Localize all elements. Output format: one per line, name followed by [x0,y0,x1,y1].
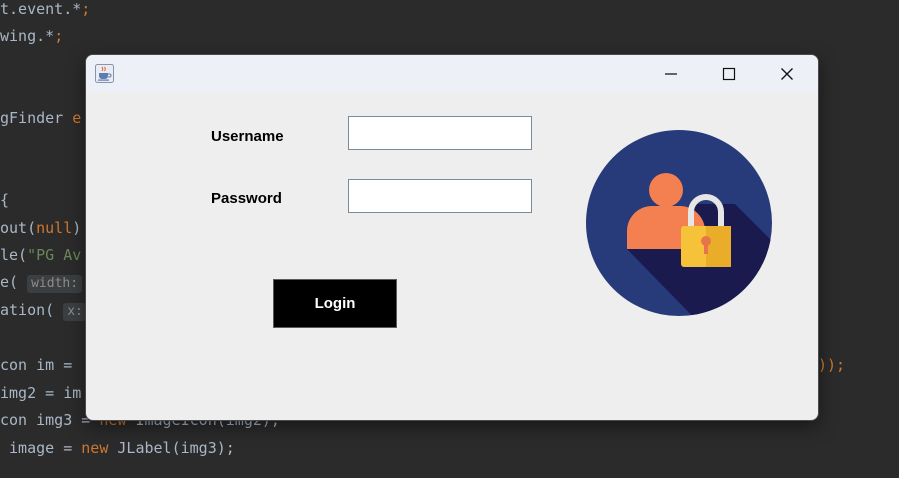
keyhole-slot [704,241,708,254]
code-line-tail: )); [818,356,846,374]
maximize-icon [722,67,736,80]
screen: t.event.*; wing.*; gFinder e { out(null)… [0,0,899,478]
code-line: ation( x: [0,301,91,321]
login-window: Username Password Login [86,55,818,420]
code-line: con im = [0,356,73,374]
code-line: t.event.*; [0,0,91,18]
close-icon [781,67,793,80]
username-input[interactable] [348,116,532,150]
user-lock-icon [586,130,772,316]
password-input[interactable] [348,179,532,213]
code-line: e( width:1 [0,273,95,293]
code-line: img2 = im [0,384,82,402]
code-line: wing.*; [0,27,64,45]
username-label: Username [211,128,284,145]
maximize-button[interactable] [700,55,758,92]
code-line: { [0,191,10,209]
code-line: image = new JLabel(img3); [0,439,235,457]
minimize-button[interactable] [642,55,700,92]
code-line: le("PG Av [0,246,82,264]
minimize-icon [665,72,677,75]
person-head [649,173,683,207]
code-line: gFinder e [0,109,82,127]
java-cup-icon [95,64,114,83]
login-button[interactable]: Login [273,279,397,328]
password-label: Password [211,190,282,207]
lock-body-shade [706,226,731,267]
title-bar[interactable] [86,55,818,92]
code-line: out(null) [0,219,82,237]
close-button[interactable] [758,55,816,92]
